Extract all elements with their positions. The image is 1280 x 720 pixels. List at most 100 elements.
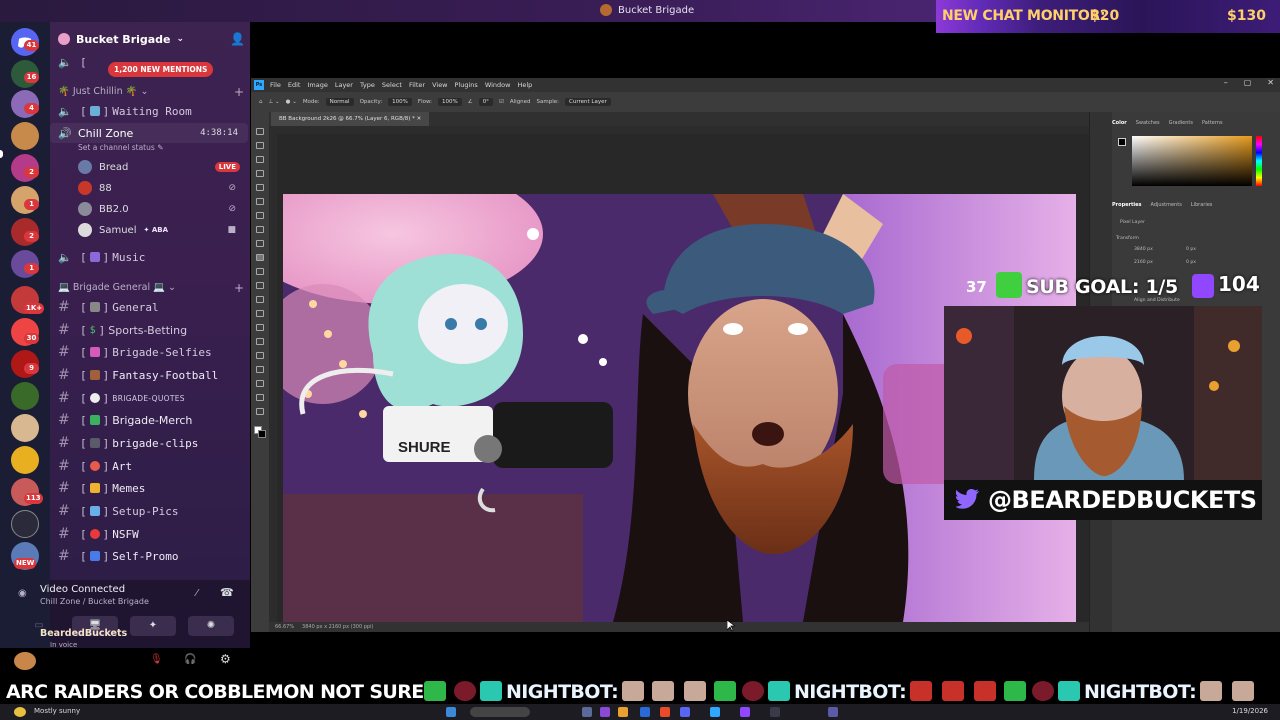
soundboard-button[interactable]: ✺ [188,616,234,636]
tab-color[interactable]: Color [1112,120,1127,126]
server-icon-bucket-brigade[interactable] [11,122,39,150]
weather-text[interactable]: Mostly sunny [34,707,80,715]
server-icon[interactable] [11,446,39,474]
clone-stamp-icon[interactable]: ⊥ ⌄ [269,99,280,105]
server-icon[interactable] [11,382,39,410]
eyedropper-tool-icon[interactable] [256,212,264,219]
server-header[interactable]: Bucket Brigade ⌄ 👤 [58,30,245,48]
text-channel-nsfw[interactable]: # [] NSFW [50,524,248,544]
weather-icon[interactable] [14,707,26,717]
new-mentions-pill[interactable]: 1,200 NEW MENTIONS [108,62,214,77]
category-brigade-general[interactable]: 💻 Brigade General 💻 ⌄ + [58,281,244,295]
menu-edit[interactable]: Edit [288,81,301,89]
activities-button[interactable]: ✦ [130,616,176,636]
clone-stamp-tool-icon[interactable] [256,254,264,261]
menu-layer[interactable]: Layer [335,81,353,89]
voice-channel-waiting-room[interactable]: 🔈 [] Waiting Room [50,101,248,121]
brush-tool-icon[interactable] [256,240,264,247]
voice-user-samuel[interactable]: Samuel ✦ ABA ■ [78,220,240,240]
voice-status-subtitle[interactable]: Chill Zone / Bucket Brigade [40,597,149,606]
x-field[interactable]: 0 px [1186,247,1196,252]
taskbar-app-icon[interactable] [640,707,650,717]
text-channel-brigade-merch[interactable]: # [] Brigade-Merch [50,410,248,430]
maximize-icon[interactable]: ▢ [1244,78,1252,87]
crop-tool-icon[interactable] [256,184,264,191]
brush-preset-icon[interactable]: ● ⌄ [286,99,297,105]
tab-swatches[interactable]: Swatches [1136,120,1160,126]
add-channel-icon[interactable]: + [234,85,244,99]
menu-type[interactable]: Type [360,81,375,89]
taskbar-app-icon[interactable] [660,707,670,717]
menu-help[interactable]: Help [517,81,532,89]
mic-muted-icon[interactable]: 🎙 [150,654,163,665]
tab-properties[interactable]: Properties [1112,202,1141,208]
tab-gradients[interactable]: Gradients [1169,120,1193,126]
flow-field[interactable]: 100% [438,98,462,106]
quick-select-tool-icon[interactable] [256,170,264,177]
taskbar-app-icon[interactable] [740,707,750,717]
add-member-icon[interactable]: 👤 [230,32,245,46]
server-icon[interactable] [11,510,39,538]
voice-channel-chill-zone[interactable]: 🔊 Chill Zone 4:38:14 [50,123,248,143]
zoom-level[interactable]: 66.67% [275,624,294,630]
healing-tool-icon[interactable] [256,226,264,233]
gear-icon[interactable]: ⚙ [220,652,231,666]
hand-tool-icon[interactable] [256,394,264,401]
channel-status[interactable]: Set a channel status ✎ [78,143,163,152]
path-select-tool-icon[interactable] [256,366,264,373]
transform-header[interactable]: Transform [1116,236,1139,241]
tab-patterns[interactable]: Patterns [1202,120,1223,126]
text-channel-fantasy-football[interactable]: # [] Fantasy-Football [50,365,248,385]
menu-plugins[interactable]: Plugins [455,81,478,89]
document-tab[interactable]: BB Background 2k26 @ 66.7% (Layer 6, RGB… [271,112,430,126]
voice-user-bb20[interactable]: BB2.0 ⊘ [78,199,240,219]
zoom-tool-icon[interactable] [256,408,264,415]
gradient-tool-icon[interactable] [256,296,264,303]
taskbar-app-icon[interactable] [600,707,610,717]
taskbar-app-icon[interactable] [680,707,690,717]
text-channel-setup-pics[interactable]: # [] Setup-Pics [50,501,248,521]
hue-slider[interactable] [1256,136,1262,186]
start-icon[interactable] [446,707,456,717]
color-picker-field[interactable] [1132,136,1252,186]
voice-user-bread[interactable]: Bread LIVE [78,157,240,177]
background-color-swatch[interactable] [258,430,266,438]
text-channel-memes[interactable]: # [] Memes [50,478,248,498]
text-channel-brigade-quotes[interactable]: # [] BRIGADE-QUOTES [50,388,248,408]
aligned-checkbox[interactable]: ☑ [499,99,504,105]
taskbar-app-icon[interactable] [770,707,780,717]
text-channel-general[interactable]: # [] General [50,297,248,317]
server-icon[interactable] [11,414,39,442]
taskbar-app-icon[interactable] [582,707,592,717]
sample-select[interactable]: Current Layer [565,98,611,106]
menu-window[interactable]: Window [485,81,511,89]
text-channel-brigade-clips[interactable]: # [] brigade-clips [50,433,248,453]
headphones-icon[interactable]: 🎧 [184,654,196,665]
menu-select[interactable]: Select [382,81,402,89]
frame-tool-icon[interactable] [256,198,264,205]
lasso-tool-icon[interactable] [256,156,264,163]
taskbar-app-icon[interactable] [618,707,628,717]
text-channel-self-promo[interactable]: # [] Self-Promo [50,546,248,566]
text-channel-brigade-selfies[interactable]: # [] Brigade-Selfies [50,342,248,362]
fg-swatch[interactable] [1118,138,1126,146]
pen-tool-icon[interactable] [256,338,264,345]
height-field[interactable]: 2160 px [1134,260,1153,265]
noise-suppression-icon[interactable]: ⁄ [196,588,198,599]
taskbar-photoshop-icon[interactable] [710,707,720,717]
history-brush-tool-icon[interactable] [256,268,264,275]
user-avatar[interactable] [14,652,36,670]
eraser-tool-icon[interactable] [256,282,264,289]
marquee-tool-icon[interactable] [256,142,264,149]
minimize-icon[interactable]: – [1224,78,1228,87]
dodge-tool-icon[interactable] [256,324,264,331]
disconnect-icon[interactable]: ☎ [220,586,234,599]
tab-adjustments[interactable]: Adjustments [1150,202,1181,208]
text-channel-sports-betting[interactable]: # [ $] Sports-Betting [50,320,248,340]
search-box[interactable] [470,707,530,717]
text-channel-art[interactable]: # [] Art [50,456,248,476]
y-field[interactable]: 0 px [1186,260,1196,265]
menu-view[interactable]: View [432,81,447,89]
width-field[interactable]: 3840 px [1134,247,1153,252]
angle-field[interactable]: 0° [478,98,493,106]
